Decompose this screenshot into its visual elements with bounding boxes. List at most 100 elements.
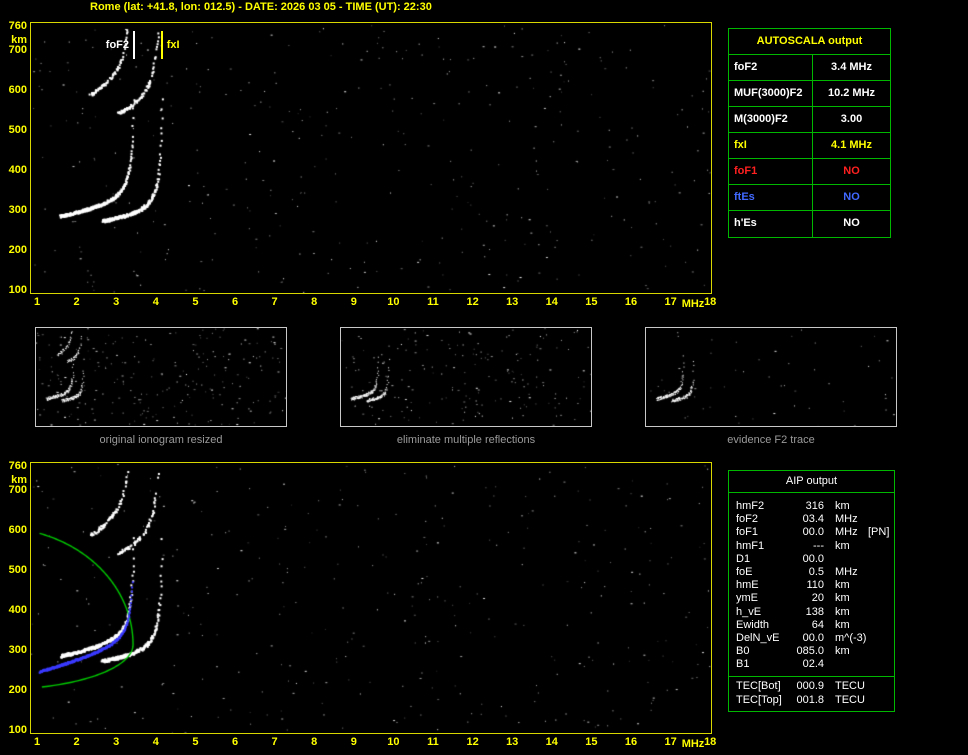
x-tick-label: 4	[152, 736, 159, 748]
x-axis-unit-label: MHz	[681, 298, 705, 310]
parameter-unit: km	[835, 645, 850, 658]
parameter-unit: km	[835, 500, 850, 512]
parameter-value: 02.4	[802, 658, 824, 671]
parameter-unit: km	[835, 539, 850, 552]
parameter-note	[864, 680, 894, 693]
parameter-label: MUF(3000)F2	[729, 81, 813, 106]
y-tick-label: 760	[8, 20, 27, 32]
thumbnail-original: original ionogram resized	[35, 327, 287, 446]
profile-ionogram-panel	[30, 462, 712, 734]
thumbnail-no-multiples-plot	[341, 328, 591, 426]
parameter-label: foF2	[729, 55, 813, 80]
aip-row-d1: D1 00.0	[729, 553, 894, 566]
parameter-value: NO	[843, 191, 860, 203]
fof2-marker-label: foF2	[105, 39, 130, 51]
parameter-label: D1	[736, 552, 751, 565]
aip-row-b0: B0 085.0 km	[729, 645, 894, 658]
parameter-value: 110	[806, 579, 824, 592]
autoscala-table-title: AUTOSCALA output	[729, 29, 890, 55]
aip-row-hmf2: hmF2 316 km	[729, 500, 894, 513]
y-tick-label: 100	[8, 724, 27, 736]
x-tick-label: 14	[545, 296, 558, 308]
parameter-label: ymE	[736, 592, 758, 605]
x-tick-label: 1	[33, 736, 41, 748]
aip-table-rows: hmF2 316 km foF2 03.4 MHz foF1 00.0 MHz [PN] hmF1 -…	[729, 493, 894, 676]
parameter-label: foF1	[736, 526, 759, 539]
parameter-label: Ewidth	[736, 618, 770, 631]
y-tick-label: 400	[8, 604, 27, 616]
parameter-value: 00.0	[802, 631, 824, 644]
y-tick-label: 600	[8, 524, 27, 536]
thumbnail-original-caption: original ionogram resized	[99, 434, 223, 446]
parameter-value: 20	[811, 592, 824, 605]
parameter-unit: km	[835, 605, 850, 618]
x-tick-label: 16	[624, 736, 638, 748]
x-tick-label: 14	[545, 736, 558, 748]
parameter-label: hmF2	[736, 500, 765, 512]
parameter-note	[864, 513, 894, 526]
y-tick-label: 700	[8, 44, 27, 56]
parameter-label: hmE	[736, 579, 759, 592]
y-tick-label: 760	[8, 460, 27, 472]
parameter-unit: km	[835, 579, 850, 592]
y-tick-label: 600	[8, 84, 27, 96]
parameter-note	[864, 540, 894, 553]
y-tick-label: 500	[8, 564, 27, 576]
parameter-unit: m^(-3)	[835, 631, 867, 644]
autoscala-row-muf3000f2: MUF(3000)F2 10.2 MHz	[729, 81, 890, 107]
main-ionogram-panel: foF2 fxI	[30, 22, 712, 294]
x-tick-label: 2	[73, 736, 80, 748]
thumbnail-f2-trace-plot	[646, 328, 896, 426]
profile-ionogram-plot	[31, 463, 711, 733]
aip-tec-rows: TEC[Bot] 000.9 TECU TEC[Top] 001.8 TECU	[729, 676, 894, 710]
x-tick-label: 16	[624, 296, 638, 308]
parameter-label: ftEs	[729, 185, 813, 210]
parameter-note	[864, 606, 894, 619]
parameter-unit: TECU	[835, 680, 865, 693]
x-tick-label: 5	[192, 736, 199, 748]
parameter-note	[864, 500, 894, 513]
parameter-value: ---	[813, 539, 824, 552]
parameter-unit: TECU	[835, 693, 865, 706]
parameter-label: TEC[Bot]	[736, 680, 781, 693]
thumbnail-no-multiples-caption: eliminate multiple reflections	[396, 434, 536, 446]
parameter-note	[864, 658, 894, 671]
x-tick-label: 9	[350, 296, 357, 308]
x-tick-label: 11	[427, 296, 439, 308]
parameter-value: 03.4	[802, 513, 824, 526]
parameter-value: 3.00	[840, 113, 863, 125]
aip-row-yme: ymE 20 km	[729, 592, 894, 605]
parameter-label: foE	[736, 565, 753, 578]
aip-row-fof2: foF2 03.4 MHz	[729, 513, 894, 526]
autoscala-output-table: AUTOSCALA output foF2 3.4 MHz MUF(3000)F2 1…	[728, 28, 891, 238]
x-tick-label: 5	[192, 296, 199, 308]
parameter-label: B1	[736, 658, 750, 671]
thumbnail-f2-trace: evidence F2 trace	[645, 327, 897, 446]
aip-row-delnve: DelN_vE 00.0 m^(-3)	[729, 632, 894, 645]
parameter-value: 316	[805, 500, 824, 512]
parameter-note	[864, 566, 894, 579]
x-tick-label: 9	[350, 736, 357, 748]
x-tick-label: 3	[113, 296, 120, 308]
thumbnail-original-plot	[36, 328, 286, 426]
parameter-value: NO	[843, 217, 860, 229]
y-tick-label: 100	[8, 284, 27, 296]
aip-row-tectop: TEC[Top] 001.8 TECU	[729, 694, 894, 707]
parameter-unit	[824, 658, 864, 671]
aip-row-fof1: foF1 00.0 MHz [PN]	[729, 526, 894, 539]
parameter-label: h'Es	[729, 211, 813, 237]
x-tick-label: 12	[466, 736, 479, 748]
x-tick-label: 1	[33, 296, 41, 308]
x-tick-label: 3	[113, 736, 120, 748]
autoscala-row-fxi: fxI 4.1 MHz	[729, 133, 890, 159]
parameter-note: [PN]	[868, 526, 890, 539]
autoscala-row-fof1: foF1 NO	[729, 159, 890, 185]
parameter-label: hmF1	[736, 539, 765, 552]
aip-table-title: AIP output	[729, 471, 894, 493]
parameter-unit: km	[835, 592, 850, 605]
parameter-note	[864, 619, 894, 632]
thumbnail-f2-trace-frame	[645, 327, 897, 427]
thumbnail-no-multiples-frame	[340, 327, 592, 427]
aip-row-ewidth: Ewidth 64 km	[729, 619, 894, 632]
parameter-value: 001.8	[796, 693, 824, 706]
